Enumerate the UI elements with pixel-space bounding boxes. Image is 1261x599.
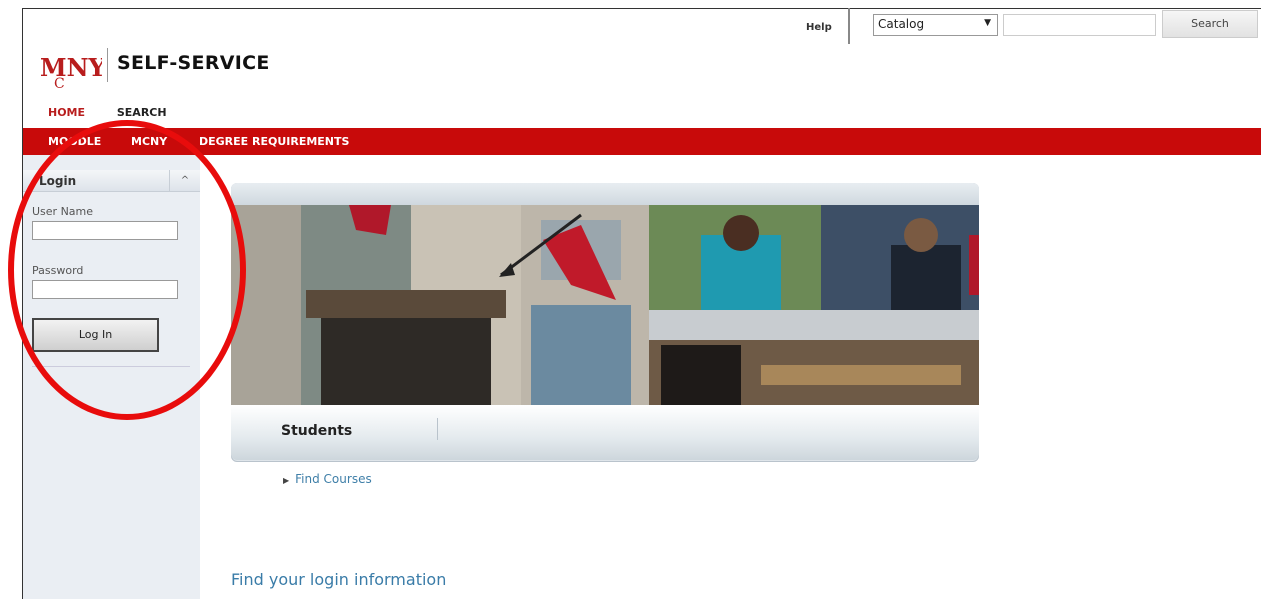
- logo-divider: [107, 48, 108, 82]
- login-button[interactable]: Log In: [32, 318, 159, 352]
- mcny-logo: MNY C: [40, 53, 102, 90]
- nav-mcny[interactable]: MCNY: [131, 135, 167, 148]
- search-button[interactable]: Search: [1162, 10, 1258, 38]
- tab-students[interactable]: Students: [281, 423, 352, 439]
- collapse-icon[interactable]: ^: [169, 170, 200, 192]
- primary-nav: HOME SEARCH: [48, 106, 195, 119]
- username-label: User Name: [32, 205, 94, 218]
- find-courses-link[interactable]: ▶ Find Courses: [283, 472, 372, 486]
- login-title: Login: [39, 174, 77, 188]
- nav-search[interactable]: SEARCH: [117, 106, 167, 119]
- catalog-select[interactable]: Catalog ▼: [873, 14, 998, 36]
- help-link[interactable]: Help: [806, 22, 832, 33]
- svg-text:C: C: [54, 76, 65, 90]
- tab-divider: [437, 418, 438, 440]
- app-title: SELF-SERVICE: [117, 52, 270, 74]
- catalog-selected-value: Catalog: [878, 17, 925, 31]
- find-login-info-link[interactable]: Find your login information: [231, 570, 446, 589]
- nav-degree-requirements[interactable]: DEGREE REQUIREMENTS: [199, 135, 349, 148]
- login-panel-header: Login ^: [23, 170, 200, 192]
- panel-header: [231, 183, 979, 205]
- chevron-down-icon: ▼: [984, 18, 991, 28]
- password-label: Password: [32, 264, 84, 277]
- campus-banner-image: [231, 205, 979, 405]
- password-field[interactable]: [32, 280, 178, 299]
- username-field[interactable]: [32, 221, 178, 240]
- sidebar-divider: [32, 366, 190, 367]
- search-input[interactable]: [1003, 14, 1156, 36]
- nav-moodle[interactable]: MOODLE: [48, 135, 101, 148]
- secondary-nav-bar: MOODLE MCNY DEGREE REQUIREMENTS: [23, 128, 1261, 155]
- nav-home[interactable]: HOME: [48, 106, 85, 119]
- svg-text:MNY: MNY: [40, 53, 102, 82]
- find-courses-label: Find Courses: [295, 472, 372, 486]
- header-divider: [848, 8, 850, 44]
- bullet-icon: ▶: [283, 476, 290, 485]
